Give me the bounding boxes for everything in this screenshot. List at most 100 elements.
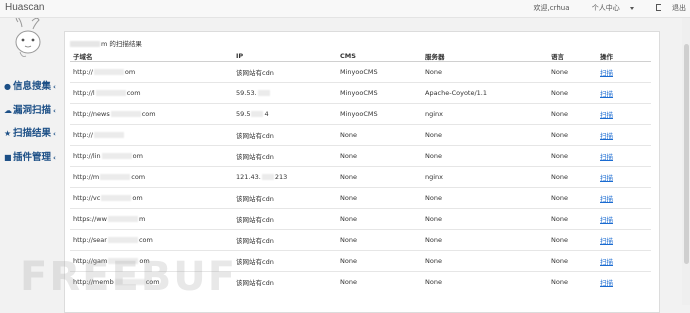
redacted-text — [100, 174, 131, 180]
language-cell: None — [548, 124, 597, 146]
subdomain-cell: http://vc om — [70, 187, 233, 209]
scan-link[interactable]: 扫描 — [597, 166, 651, 188]
ip-prefix: 该网站有cdn — [236, 216, 274, 224]
subdomain-suffix: m — [138, 215, 146, 223]
cms-cell: MinyooCMS — [337, 61, 422, 83]
cms-cell: None — [337, 208, 422, 230]
subdomain-prefix: http:// — [73, 68, 93, 76]
scan-link[interactable]: 扫描 — [597, 145, 651, 167]
scan-link[interactable]: 扫描 — [597, 187, 651, 209]
language-cell: None — [548, 250, 597, 272]
bug-icon: ☁ — [4, 105, 12, 115]
panel-title-text: m 的扫描结果 — [101, 40, 142, 48]
table-row: http://om 该网站有cdn MinyooCMS None None 扫描 — [70, 61, 651, 83]
cms-cell: None — [337, 250, 422, 272]
redacted-text — [257, 90, 270, 96]
subdomain-prefix: http://sear — [73, 236, 107, 244]
ip-prefix: 该网站有cdn — [236, 69, 274, 77]
logout-button[interactable]: 退出 — [646, 4, 686, 12]
scan-link[interactable]: 扫描 — [597, 61, 651, 83]
server-cell: None — [422, 229, 548, 251]
redacted-text — [101, 195, 132, 201]
ip-prefix: 该网站有cdn — [236, 237, 274, 245]
scan-link[interactable]: 扫描 — [597, 82, 651, 104]
table-row: http://sear com 该网站有cdn None None None 扫描 — [70, 229, 651, 251]
subdomain-cell: http://sear com — [70, 229, 233, 251]
column-header: 操作 — [597, 51, 651, 62]
scan-link[interactable]: 扫描 — [597, 103, 651, 125]
ip-suffix: 4 — [264, 110, 269, 118]
subdomain-suffix: com — [138, 236, 153, 244]
subdomain-suffix: om — [132, 152, 143, 160]
ip-prefix: 59.5 — [236, 110, 251, 118]
ip-cell: 该网站有cdn — [233, 187, 337, 209]
cms-cell: None — [337, 145, 422, 167]
chevron-left-icon: ‹ — [53, 83, 56, 91]
subdomain-suffix: com — [126, 89, 141, 97]
subdomain-suffix: om — [124, 68, 136, 76]
cms-cell: MinyooCMS — [337, 103, 422, 125]
ip-cell: 59.5 4 — [233, 103, 337, 125]
sidebar-item-plugin-manage[interactable]: ■插件管理 ‹ — [4, 149, 64, 163]
grid-icon: ■ — [4, 152, 12, 162]
cms-cell: None — [337, 271, 422, 292]
subdomain-prefix: http://news — [73, 110, 110, 118]
ip-cell: 该网站有cdn — [233, 229, 337, 251]
scan-link[interactable]: 扫描 — [597, 229, 651, 251]
ip-prefix: 该网站有cdn — [236, 258, 274, 266]
star-icon: ★ — [4, 129, 12, 138]
redacted-text — [70, 41, 100, 47]
table-row: http://该网站有cdn None None None 扫描 — [70, 124, 651, 146]
sidebar-item-vuln-scan[interactable]: ☁漏洞扫描 ‹ — [4, 102, 64, 116]
ip-cell: 该网站有cdn — [233, 145, 337, 167]
scan-link[interactable]: 扫描 — [597, 124, 651, 146]
subdomain-cell: http:// — [70, 124, 233, 146]
ip-suffix: 213 — [274, 173, 288, 181]
server-cell: nginx — [422, 166, 548, 188]
scrollbar-thumb[interactable] — [684, 44, 689, 264]
sidebar-item-label: 漏洞扫描 — [13, 104, 52, 116]
cms-cell: None — [337, 124, 422, 146]
subdomain-prefix: http://vc — [73, 194, 101, 202]
server-cell: None — [422, 124, 548, 146]
sidebar-item-label: 信息搜集 — [13, 81, 52, 92]
globe-icon: ● — [4, 82, 11, 91]
redacted-text — [261, 174, 274, 180]
ip-cell: 该网站有cdn — [233, 250, 337, 272]
subdomain-prefix: http://m — [73, 173, 100, 181]
ip-cell: 该网站有cdn — [233, 271, 337, 292]
column-header: 服务器 — [422, 51, 548, 62]
redacted-text — [107, 216, 138, 222]
user-center-dropdown[interactable]: 个人中心 — [582, 4, 634, 12]
subdomain-prefix: http://l — [73, 89, 95, 97]
caret-down-icon — [629, 6, 634, 10]
ip-prefix: 该网站有cdn — [236, 132, 274, 140]
subdomain-cell: http://lin om — [70, 145, 233, 167]
table-row: http://news com 59.5 4 MinyooCMS nginx None 扫描 — [70, 103, 651, 125]
table-header-row: 子域名 IP CMS 服务器 语言 操作 — [70, 51, 651, 62]
scan-link[interactable]: 扫描 — [597, 250, 651, 272]
chevron-left-icon: ‹ — [53, 153, 56, 162]
subdomain-suffix: com — [131, 173, 146, 181]
server-cell: nginx — [422, 103, 548, 125]
sidebar-item-scan-results[interactable]: ★ 扫描结果 ‹ — [4, 125, 64, 139]
redacted-text — [107, 237, 138, 243]
freebuf-watermark: FREEBUF — [20, 254, 238, 300]
server-cell: None — [422, 271, 548, 292]
scan-link[interactable]: 扫描 — [597, 208, 651, 230]
subdomain-cell: http://m com — [70, 166, 233, 188]
subdomain-prefix: http://lin — [73, 152, 101, 160]
redacted-text — [93, 69, 124, 75]
sidebar-item-info-collect[interactable]: ● 信息搜集 ‹ — [4, 78, 64, 92]
redacted-text — [95, 90, 126, 96]
table-row: http://lin om 该网站有cdn None None None 扫描 — [70, 145, 651, 167]
ip-cell: 59.53. — [233, 82, 337, 104]
brand-logo[interactable]: Huascan — [5, 2, 44, 13]
user-center-label: 个人中心 — [591, 4, 620, 12]
page-scrollbar[interactable] — [682, 18, 690, 305]
sidebar-item-label: 扫描结果 — [13, 128, 52, 139]
ip-cell: 121.43. 213 — [233, 166, 337, 188]
redacted-text — [101, 153, 132, 159]
ip-cell: 该网站有cdn — [233, 124, 337, 146]
scan-link[interactable]: 扫描 — [597, 271, 651, 292]
